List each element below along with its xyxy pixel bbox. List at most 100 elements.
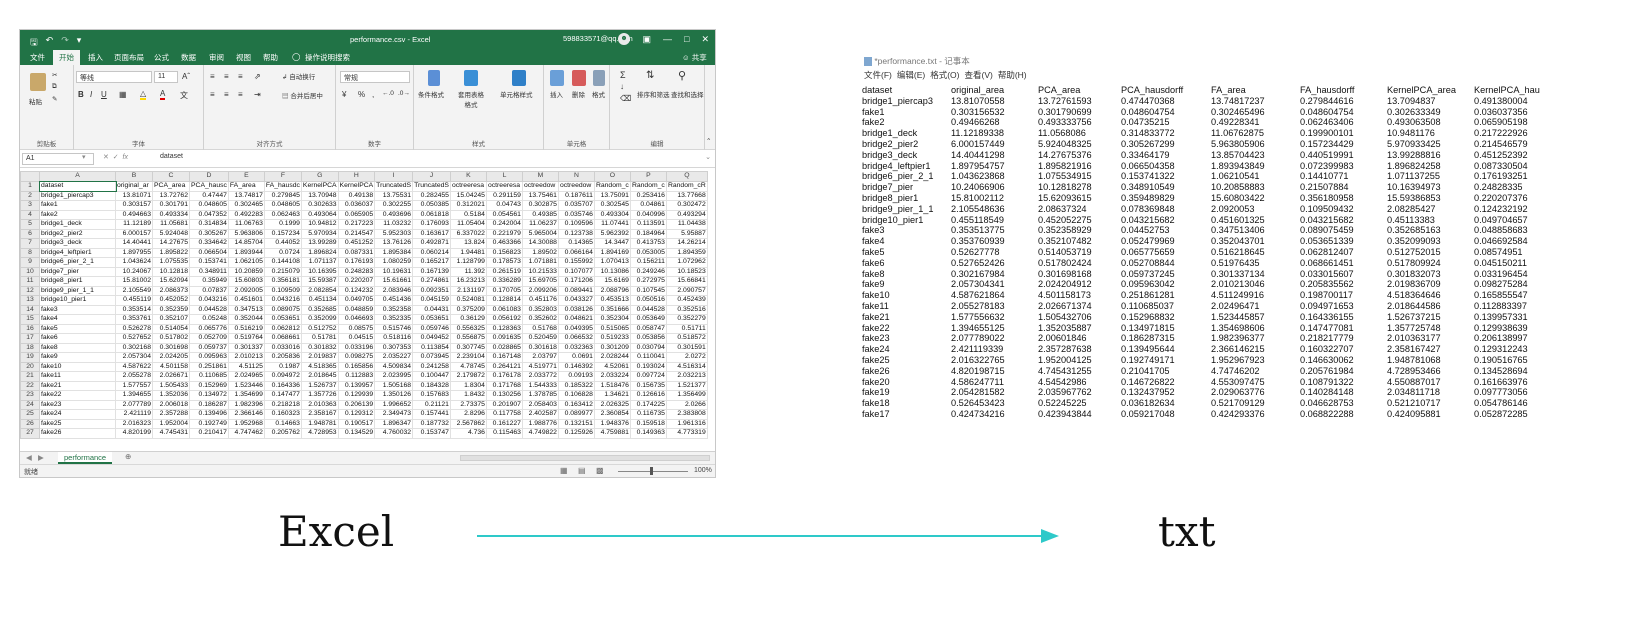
grid-cell[interactable]: 1.577557 bbox=[115, 380, 153, 391]
grid-cell[interactable]: 4.52061 bbox=[593, 361, 631, 372]
grid-cell[interactable]: fake3 bbox=[39, 304, 116, 315]
grid-cell[interactable]: 15.66841 bbox=[665, 276, 708, 287]
grid-cell[interactable]: 0.249246 bbox=[629, 266, 667, 277]
grid-cell[interactable]: 0.144108 bbox=[263, 257, 302, 268]
grid-cell[interactable]: 0.089075 bbox=[263, 304, 302, 315]
undo-icon[interactable]: ↶ bbox=[46, 35, 54, 51]
grid-cell[interactable]: 0.334642 bbox=[189, 238, 229, 249]
grid-cell[interactable]: 11.05404 bbox=[449, 219, 487, 230]
tab-insert[interactable]: 插入 bbox=[88, 52, 103, 63]
grid-cell[interactable]: 0.113854 bbox=[412, 342, 451, 353]
grid-cell[interactable]: 14.30088 bbox=[521, 238, 559, 249]
cut-icon[interactable]: ✂ bbox=[52, 71, 57, 79]
grid-cell[interactable]: 0.065776 bbox=[189, 323, 229, 334]
grid-cell[interactable]: 1.071881 bbox=[521, 257, 559, 268]
grid-cell[interactable]: 0.160323 bbox=[263, 409, 302, 420]
grid-cell[interactable]: FA_area bbox=[227, 181, 265, 192]
grid-cell[interactable]: 2.179872 bbox=[449, 371, 487, 382]
accounting-icon[interactable]: ¥ bbox=[342, 90, 346, 99]
grid-cell[interactable]: 0.035707 bbox=[557, 200, 595, 211]
grid-cell[interactable]: 5.95887 bbox=[665, 228, 708, 239]
grid-cell[interactable]: bridge1_piercap3 bbox=[39, 190, 116, 201]
grid-cell[interactable]: 2.010363 bbox=[300, 399, 339, 410]
cancel-icon[interactable]: ✕ bbox=[103, 154, 109, 161]
grid-cell[interactable]: 13.824 bbox=[449, 238, 487, 249]
grid-cell[interactable]: 0.201907 bbox=[485, 399, 523, 410]
grid-cell[interactable]: 11.07441 bbox=[593, 219, 631, 230]
grid-cell[interactable]: 0.147477 bbox=[263, 390, 302, 401]
tab-home[interactable]: 开始 bbox=[53, 50, 80, 65]
align-left-icon[interactable]: ≡ bbox=[210, 90, 215, 99]
grid-cell[interactable]: fake25 bbox=[39, 418, 116, 429]
grid-cell[interactable]: 0.352358 bbox=[374, 304, 414, 315]
fill-icon[interactable]: ↓ bbox=[620, 82, 624, 91]
grid-cell[interactable]: 0.21121 bbox=[412, 399, 451, 410]
grid-cell[interactable]: 0.05248 bbox=[189, 314, 229, 325]
grid-cell[interactable]: octreeresa bbox=[449, 181, 487, 192]
grid-cell[interactable]: 0.1987 bbox=[263, 361, 302, 372]
grid-cell[interactable]: 0.123738 bbox=[557, 228, 595, 239]
grid-cell[interactable]: 0.451436 bbox=[374, 295, 414, 306]
grid-cell[interactable]: 2.023995 bbox=[374, 371, 414, 382]
grid-cell[interactable]: 1.952004 bbox=[152, 418, 190, 429]
grid-cell[interactable]: 0.109509 bbox=[263, 285, 302, 296]
grid-cell[interactable]: fake22 bbox=[39, 390, 116, 401]
grid-cell[interactable]: 0.187732 bbox=[412, 418, 451, 429]
grid-cell[interactable]: 1.896347 bbox=[374, 418, 414, 429]
grid-cell[interactable]: bridge7_pier bbox=[39, 266, 116, 277]
grid-cell[interactable]: 0.061083 bbox=[485, 304, 523, 315]
grid-cell[interactable]: fake4 bbox=[39, 314, 116, 325]
row-header[interactable]: 25 bbox=[20, 409, 40, 420]
grid-cell[interactable]: 1.523446 bbox=[227, 380, 265, 391]
grid-cell[interactable]: 4.820199 bbox=[115, 428, 153, 439]
grid-cell[interactable]: 0.272975 bbox=[629, 276, 667, 287]
grid-cell[interactable]: 14.3447 bbox=[593, 238, 631, 249]
grid-cell[interactable]: 0.307353 bbox=[374, 342, 414, 353]
row-header[interactable]: 12 bbox=[20, 285, 40, 296]
grid-cell[interactable]: 2.090757 bbox=[665, 285, 708, 296]
grid-cell[interactable]: 0.185322 bbox=[557, 380, 595, 391]
grid-cell[interactable]: 0.044528 bbox=[189, 304, 229, 315]
grid-cell[interactable]: 2.239104 bbox=[449, 352, 487, 363]
grid-cell[interactable]: 0.032363 bbox=[557, 342, 595, 353]
grid-cell[interactable]: 0.167148 bbox=[485, 352, 523, 363]
grid-cell[interactable]: 0.161227 bbox=[485, 418, 523, 429]
grid-cell[interactable]: 0.045159 bbox=[412, 295, 451, 306]
grid-cell[interactable]: 0.519764 bbox=[227, 333, 265, 344]
grid-cell[interactable]: 0.167139 bbox=[412, 266, 451, 277]
grid-cell[interactable]: 0.303157 bbox=[115, 200, 153, 211]
grid-cell[interactable]: 0.353761 bbox=[115, 314, 153, 325]
grid-cell[interactable]: 0.068661 bbox=[263, 333, 302, 344]
grid-cell[interactable]: fake10 bbox=[39, 361, 116, 372]
grid-cell[interactable]: 0.128363 bbox=[485, 323, 523, 334]
grid-cell[interactable]: 0.210417 bbox=[189, 428, 229, 439]
grid-cell[interactable]: 2.082854 bbox=[300, 285, 339, 296]
grid-cell[interactable]: 0.452439 bbox=[665, 295, 708, 306]
grid-cell[interactable]: 0.282455 bbox=[412, 190, 451, 201]
grid-cell[interactable]: 0.176093 bbox=[412, 219, 451, 230]
grid-cell[interactable]: 0.451252 bbox=[337, 238, 376, 249]
grid-cell[interactable]: 1.982396 bbox=[227, 399, 265, 410]
grid-cell[interactable]: 1.94481 bbox=[449, 247, 487, 258]
grid-cell[interactable]: 0.047352 bbox=[189, 209, 229, 220]
tell-me-search[interactable]: 操作说明搜索 bbox=[305, 52, 350, 63]
grid-cell[interactable]: 0.153741 bbox=[189, 257, 229, 268]
grid-cell[interactable]: 0.116735 bbox=[629, 409, 667, 420]
grid-cell[interactable]: 0.156823 bbox=[485, 247, 523, 258]
grid-cell[interactable]: 0.302255 bbox=[374, 200, 414, 211]
row-header[interactable]: 2 bbox=[20, 190, 40, 201]
grid-cell[interactable]: 0.192749 bbox=[189, 418, 229, 429]
grid-cell[interactable]: 0.049705 bbox=[337, 295, 376, 306]
tab-formulas[interactable]: 公式 bbox=[154, 52, 169, 63]
grid-cell[interactable]: 0.110685 bbox=[189, 371, 229, 382]
expand-formula-icon[interactable]: ⌄ bbox=[705, 153, 711, 161]
grid-cell[interactable]: 0.146392 bbox=[557, 361, 595, 372]
delete-button[interactable]: 删除 bbox=[572, 89, 585, 99]
column-header[interactable]: M bbox=[521, 171, 559, 182]
row-header[interactable]: 14 bbox=[20, 304, 40, 315]
grid-cell[interactable]: 0.04743 bbox=[485, 200, 523, 211]
grid-cell[interactable]: 0.134529 bbox=[337, 428, 376, 439]
column-header[interactable]: G bbox=[300, 171, 339, 182]
grid-cell[interactable]: 0.187611 bbox=[557, 190, 595, 201]
grid-cell[interactable]: Random_cR bbox=[665, 181, 708, 192]
